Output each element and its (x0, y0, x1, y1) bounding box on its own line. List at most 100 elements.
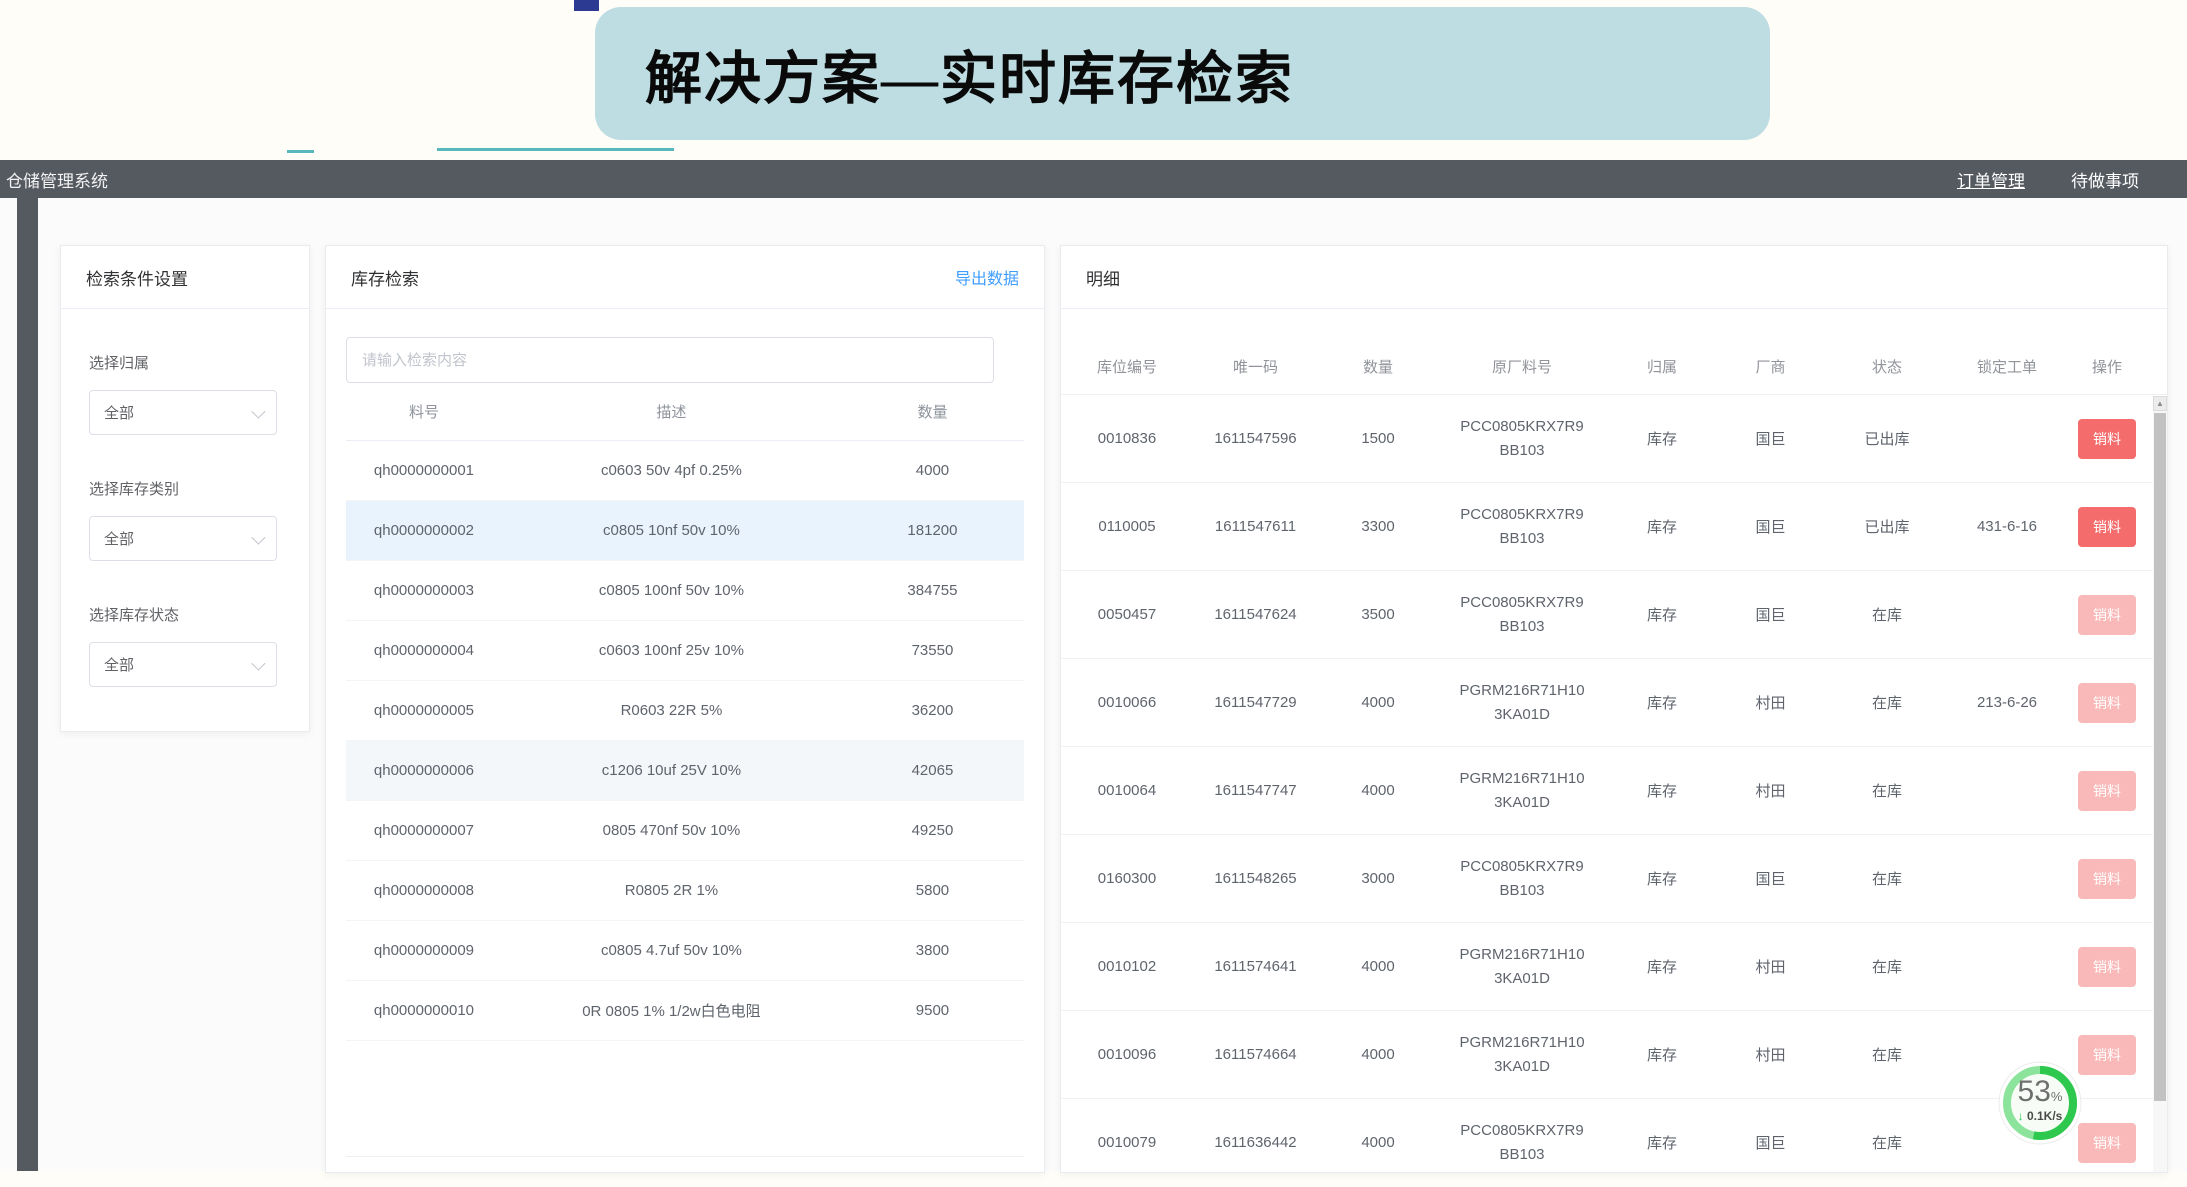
search-title: 库存检索 (351, 265, 419, 290)
bin-no-cell: 0050457 (1061, 606, 1193, 623)
action-cell: 销料 (2063, 507, 2151, 547)
locked-order-cell: 431-6-16 (1951, 518, 2063, 535)
mpn-cell: PGRM216R71H103KA01D (1438, 767, 1606, 814)
search-row[interactable]: qh0000000006c1206 10uf 25V 10%42065 (346, 741, 1024, 801)
scrap-material-button: 销料 (2078, 947, 2136, 987)
status-cell: 在库 (1823, 692, 1951, 713)
qty-cell: 4000 (841, 462, 1024, 479)
bin-no-cell: 0010102 (1061, 958, 1193, 975)
bin-no-cell: 0010079 (1061, 1134, 1193, 1151)
search-row[interactable]: qh0000000004c0603 100nf 25v 10%73550 (346, 621, 1024, 681)
desc-cell: c0603 100nf 25v 10% (502, 642, 841, 659)
export-data-link[interactable]: 导出数据 (955, 265, 1019, 289)
scrap-material-button: 销料 (2078, 595, 2136, 635)
owner-cell: 库存 (1606, 780, 1718, 801)
filter-owner-select[interactable]: 全部 (89, 390, 277, 435)
column-header: 状态 (1823, 356, 1951, 377)
mpn-cell: PCC0805KRX7R9BB103 (1438, 1119, 1606, 1166)
owner-cell: 库存 (1606, 1132, 1718, 1153)
qty-cell: 4000 (1318, 782, 1438, 799)
mpn-cell: PGRM216R71H103KA01D (1438, 943, 1606, 990)
scrap-material-button: 销料 (2078, 859, 2136, 899)
mpn-line2: 3KA01D (1438, 791, 1606, 814)
bin-no-cell: 0110005 (1061, 518, 1193, 535)
qty-cell: 3300 (1318, 518, 1438, 535)
chevron-down-icon (251, 530, 265, 544)
details-scrollbar[interactable]: ▲ (2153, 396, 2167, 1173)
chevron-down-icon (251, 656, 265, 670)
owner-cell: 库存 (1606, 428, 1718, 449)
column-header: 数量 (841, 401, 1024, 422)
search-row[interactable]: qh00000000100R 0805 1% 1/2w白色电阻9500 (346, 981, 1024, 1041)
detail-row: 001006416115477474000PGRM216R71H103KA01D… (1061, 747, 2167, 835)
download-percent: 53% (1998, 1077, 2082, 1112)
search-card-header: 库存检索 导出数据 (326, 246, 1044, 309)
chevron-down-icon (251, 404, 265, 418)
status-cell: 在库 (1823, 956, 1951, 977)
unique-code-cell: 1611547624 (1193, 606, 1318, 623)
filter-status-value: 全部 (104, 654, 134, 675)
filters-body: 选择归属 全部 选择库存类别 全部 选择库存状态 全部 (61, 352, 309, 687)
search-row[interactable]: qh0000000003c0805 100nf 50v 10%384755 (346, 561, 1024, 621)
mpn-cell: PCC0805KRX7R9BB103 (1438, 855, 1606, 902)
filter-status-select[interactable]: 全部 (89, 642, 277, 687)
search-input[interactable] (346, 337, 994, 383)
nav-order-management[interactable]: 订单管理 (1957, 167, 2025, 192)
status-cell: 在库 (1823, 1044, 1951, 1065)
slide-deco-square (574, 0, 599, 11)
desc-cell: c0805 10nf 50v 10% (502, 522, 841, 539)
qty-cell: 4000 (1318, 694, 1438, 711)
qty-cell: 384755 (841, 582, 1024, 599)
filter-status-label: 选择库存状态 (89, 604, 309, 625)
status-cell: 在库 (1823, 604, 1951, 625)
mpn-line2: BB103 (1438, 1143, 1606, 1166)
search-row[interactable]: qh00000000070805 470nf 50v 10%49250 (346, 801, 1024, 861)
part-no-cell: qh0000000008 (346, 882, 502, 899)
part-no-cell: qh0000000003 (346, 582, 502, 599)
search-row[interactable]: qh0000000002c0805 10nf 50v 10%181200 (346, 501, 1024, 561)
search-row[interactable]: qh0000000001c0603 50v 4pf 0.25%4000 (346, 441, 1024, 501)
qty-cell: 3000 (1318, 870, 1438, 887)
nav-todo-items[interactable]: 待做事项 (2071, 167, 2139, 192)
qty-cell: 36200 (841, 702, 1024, 719)
owner-cell: 库存 (1606, 868, 1718, 889)
action-cell: 销料 (2063, 419, 2151, 459)
down-arrow-icon: ↓ (2018, 1109, 2024, 1123)
mpn-line1: PCC0805KRX7R9 (1438, 415, 1606, 438)
detail-row: 005045716115476243500PCC0805KRX7R9BB103库… (1061, 571, 2167, 659)
bin-no-cell: 0010096 (1061, 1046, 1193, 1063)
qty-cell: 1500 (1318, 430, 1438, 447)
qty-cell: 9500 (841, 1002, 1024, 1019)
filter-owner-value: 全部 (104, 402, 134, 423)
download-progress-widget[interactable]: 53% ↓ 0.1K/s (1998, 1061, 2082, 1145)
scrap-material-button: 销料 (2078, 683, 2136, 723)
scrap-material-button[interactable]: 销料 (2078, 419, 2136, 459)
filters-card-header: 检索条件设置 (61, 246, 309, 309)
unique-code-cell: 1611547729 (1193, 694, 1318, 711)
mpn-line1: PGRM216R71H10 (1438, 679, 1606, 702)
vendor-cell: 村田 (1718, 1044, 1823, 1065)
details-title: 明细 (1086, 265, 1120, 290)
column-header: 操作 (2063, 356, 2151, 377)
filter-category-select[interactable]: 全部 (89, 516, 277, 561)
mpn-cell: PCC0805KRX7R9BB103 (1438, 503, 1606, 550)
mpn-line1: PCC0805KRX7R9 (1438, 855, 1606, 878)
vendor-cell: 村田 (1718, 692, 1823, 713)
search-row[interactable]: qh0000000008R0805 2R 1%5800 (346, 861, 1024, 921)
search-row[interactable]: qh0000000009c0805 4.7uf 50v 10%3800 (346, 921, 1024, 981)
vendor-cell: 国巨 (1718, 1132, 1823, 1153)
unique-code-cell: 1611574641 (1193, 958, 1318, 975)
scrollbar-up-arrow-icon[interactable]: ▲ (2153, 396, 2167, 411)
search-row[interactable]: qh0000000005R0603 22R 5%36200 (346, 681, 1024, 741)
status-cell: 在库 (1823, 780, 1951, 801)
qty-cell: 4000 (1318, 1046, 1438, 1063)
mpn-line1: PGRM216R71H10 (1438, 943, 1606, 966)
scrollbar-thumb[interactable] (2154, 413, 2166, 1101)
unique-code-cell: 1611547596 (1193, 430, 1318, 447)
filters-card: 检索条件设置 选择归属 全部 选择库存类别 全部 选择库存状态 全部 (60, 245, 310, 732)
scrap-material-button[interactable]: 销料 (2078, 507, 2136, 547)
filters-title: 检索条件设置 (86, 265, 188, 290)
slide-title-banner: 解决方案—实时库存检索 (595, 7, 1770, 140)
qty-cell: 73550 (841, 642, 1024, 659)
mpn-line2: 3KA01D (1438, 1055, 1606, 1078)
